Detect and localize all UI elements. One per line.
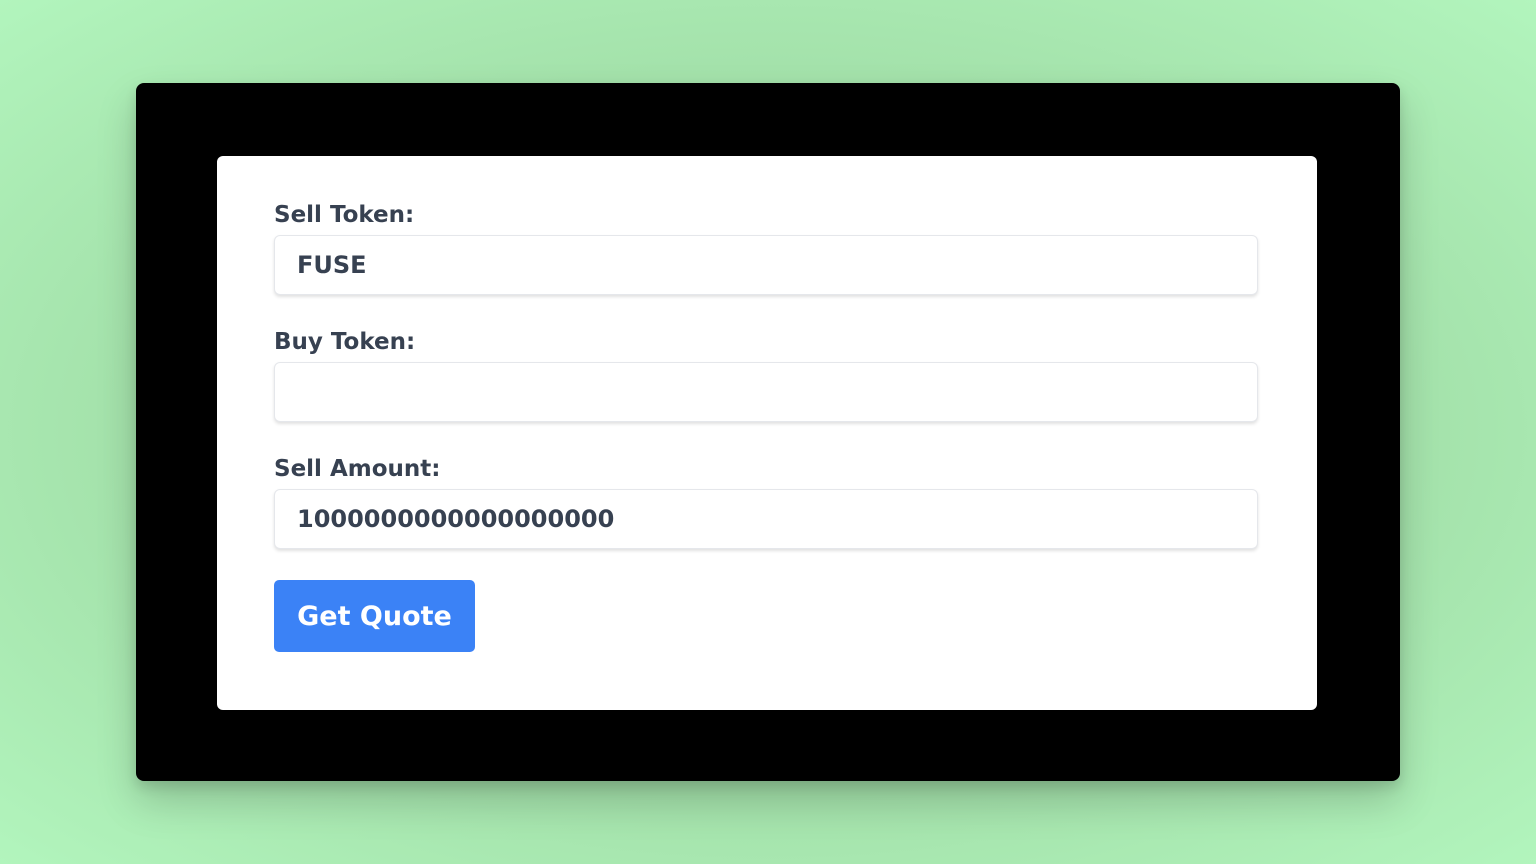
sell-amount-label: Sell Amount: <box>274 456 441 482</box>
sell-token-input[interactable] <box>274 235 1258 295</box>
buy-token-input[interactable] <box>274 362 1258 422</box>
sell-token-label: Sell Token: <box>274 202 415 228</box>
quote-form-card: Sell Token: Buy Token: Sell Amount: Get … <box>217 156 1317 710</box>
get-quote-button[interactable]: Get Quote <box>274 580 475 652</box>
sell-amount-input[interactable] <box>274 489 1258 549</box>
buy-token-label: Buy Token: <box>274 329 416 355</box>
app-frame: Sell Token: Buy Token: Sell Amount: Get … <box>136 83 1400 781</box>
